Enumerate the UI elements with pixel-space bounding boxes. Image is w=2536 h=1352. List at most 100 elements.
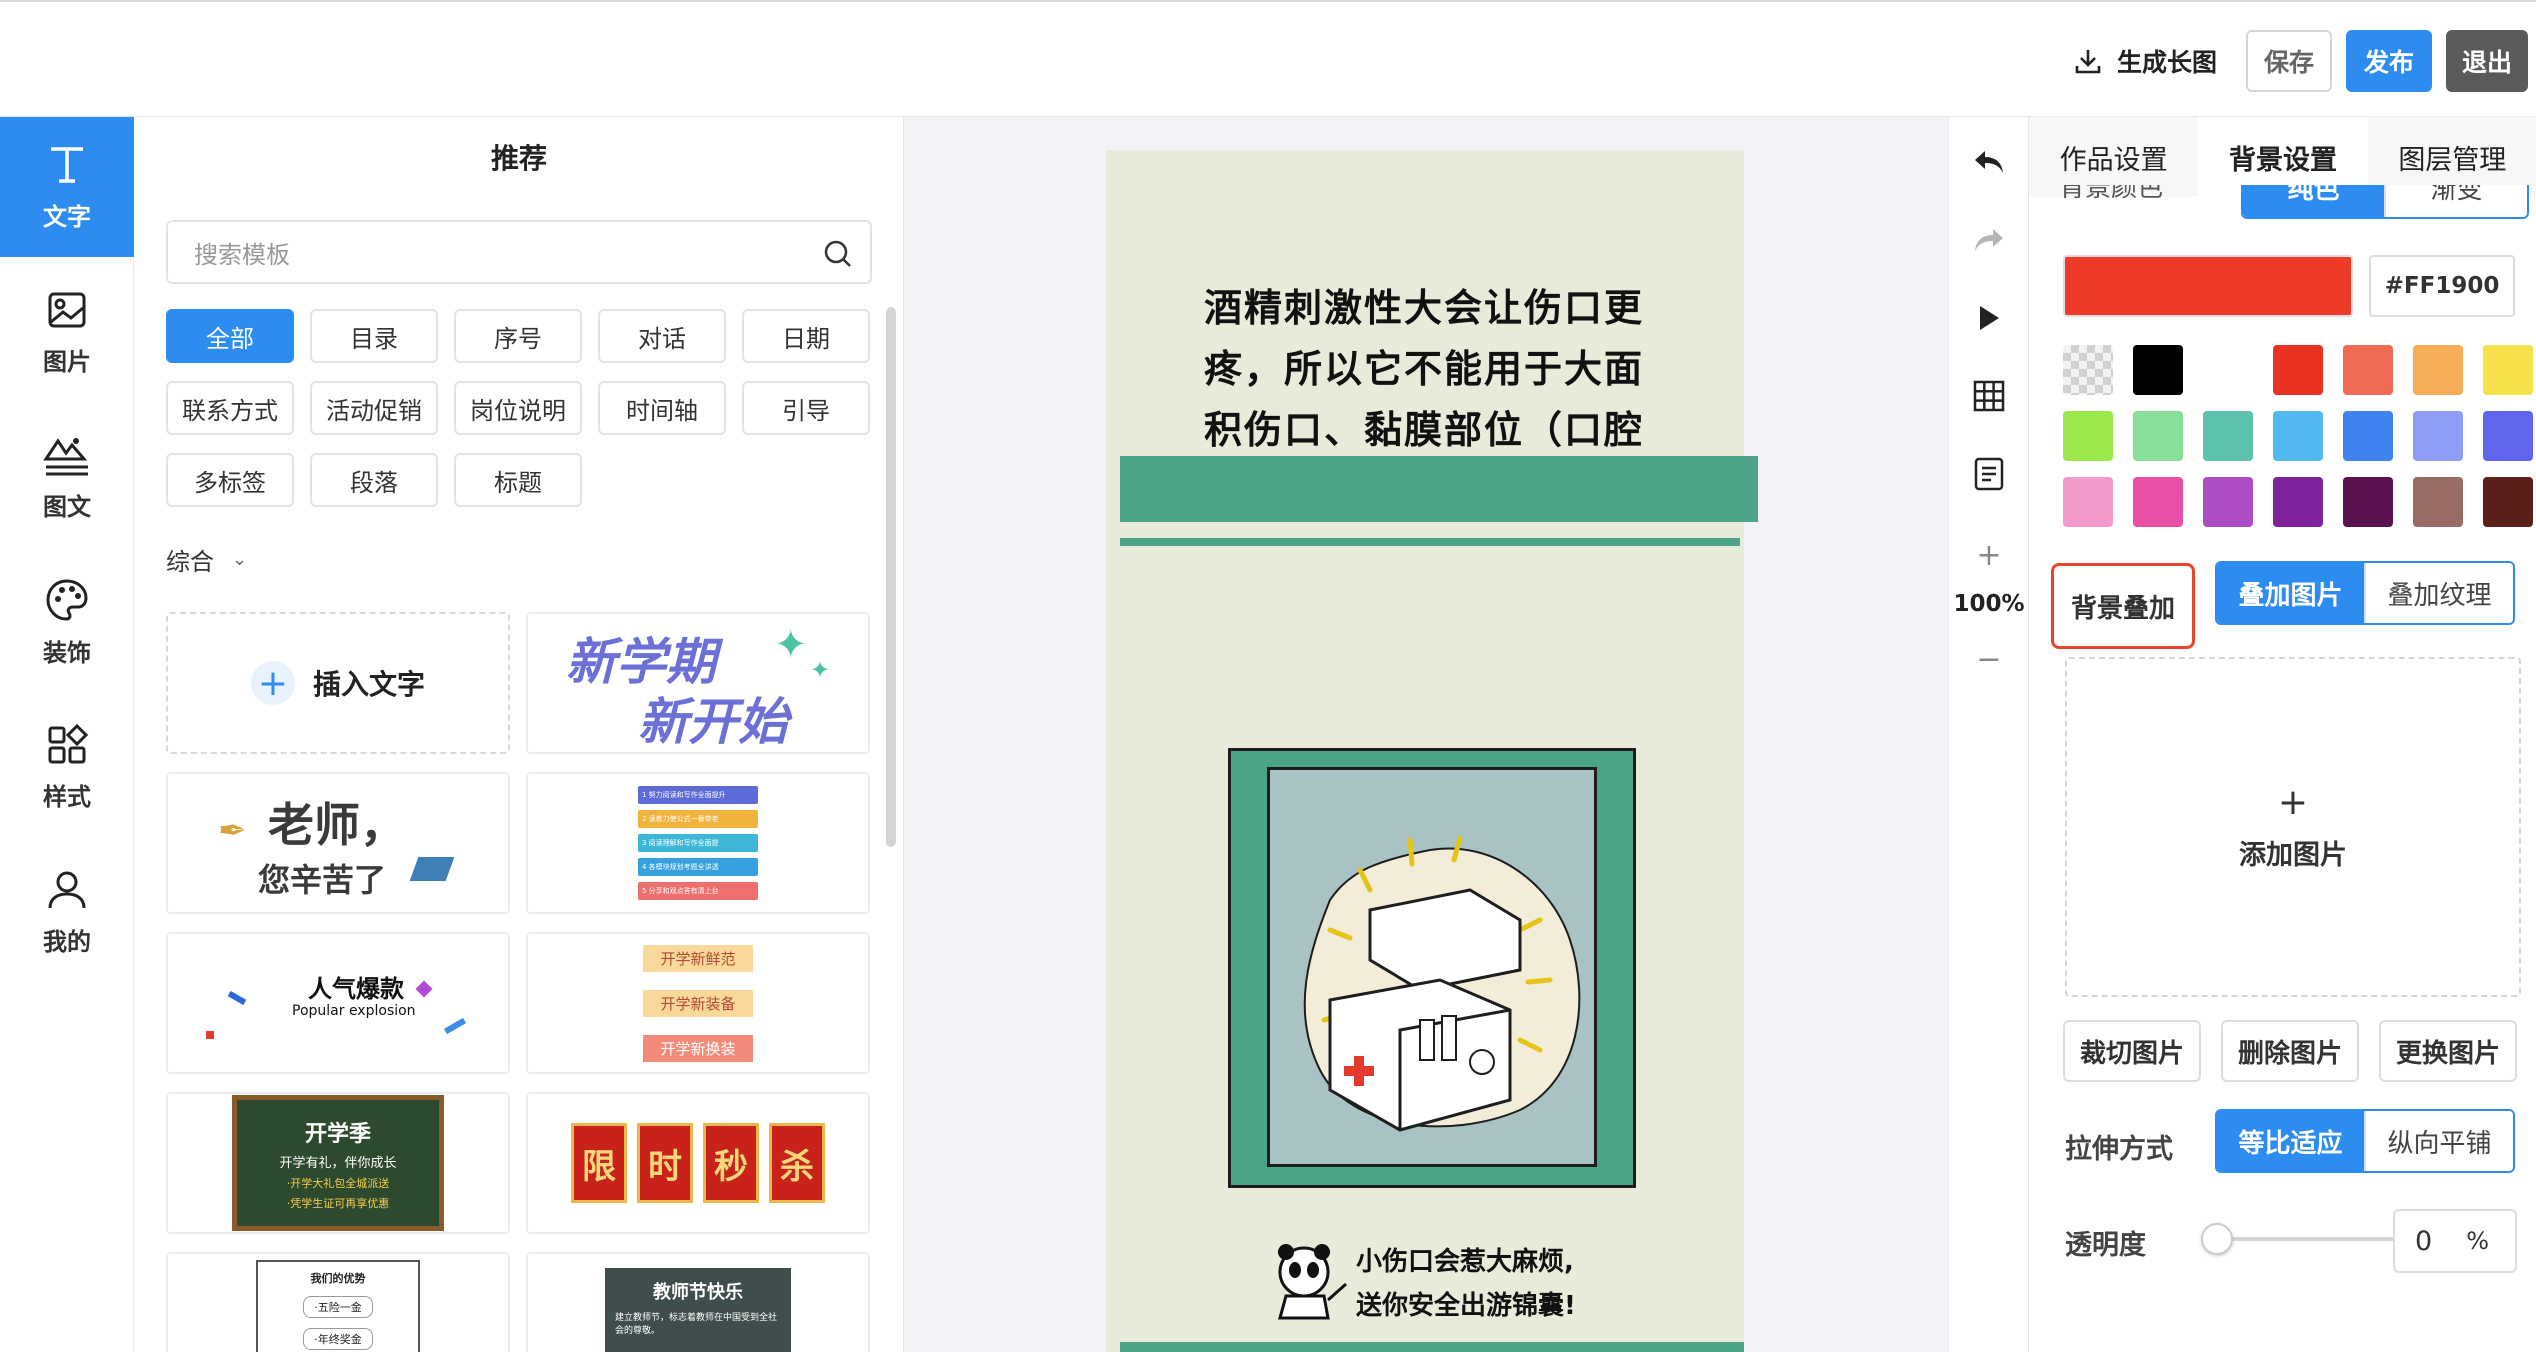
sort-dropdown[interactable]: 综合 ⌄	[166, 542, 247, 577]
opacity-slider-track[interactable]	[2215, 1237, 2395, 1241]
green-line	[1120, 538, 1740, 546]
category-promotion[interactable]: 活动促销	[310, 381, 438, 435]
color-swatch[interactable]	[2273, 345, 2323, 395]
nav-item-text[interactable]: 文字	[0, 117, 146, 257]
template-scrollbar[interactable]	[886, 307, 896, 847]
insert-text-card[interactable]: + 插入文字	[166, 612, 510, 754]
save-button[interactable]: 保存	[2246, 30, 2332, 92]
green-band	[1120, 456, 1758, 522]
stretch-toggle[interactable]: 等比适应 纵向平铺	[2215, 1109, 2515, 1173]
fill-gradient-option[interactable]: 渐变	[2384, 185, 2527, 217]
poster-canvas[interactable]: 酒精刺激性大会让伤口更疼，所以它不能用于大面积伤口、黏膜部位（口腔 小伤口会惹大…	[1106, 150, 1758, 1352]
exit-button[interactable]: 退出	[2446, 30, 2528, 92]
search-icon[interactable]	[822, 238, 854, 270]
nav-label: 文字	[43, 202, 91, 231]
category-date[interactable]: 日期	[742, 309, 870, 363]
overlay-texture-option[interactable]: 叠加纹理	[2364, 563, 2513, 623]
category-multi-tag[interactable]: 多标签	[166, 453, 294, 507]
category-title[interactable]: 标题	[454, 453, 582, 507]
nav-item-image[interactable]: 图片	[0, 262, 134, 402]
generate-long-image-button[interactable]: 生成长图	[2060, 30, 2230, 92]
nav-item-style[interactable]: 样式	[0, 697, 134, 837]
delete-image-button[interactable]: 删除图片	[2221, 1020, 2359, 1082]
category-contact[interactable]: 联系方式	[166, 381, 294, 435]
category-paragraph[interactable]: 段落	[310, 453, 438, 507]
category-timeline[interactable]: 时间轴	[598, 381, 726, 435]
zoom-out-button[interactable]: −	[1949, 639, 2029, 679]
color-swatch[interactable]	[2063, 411, 2113, 461]
category-dialog[interactable]: 对话	[598, 309, 726, 363]
image-text-icon	[43, 437, 88, 475]
color-swatch[interactable]	[2483, 345, 2533, 395]
fill-solid-option[interactable]: 纯色	[2243, 185, 2384, 217]
undo-button[interactable]	[1949, 137, 2029, 187]
zoom-in-button[interactable]: +	[1949, 535, 2029, 575]
illustration-frame[interactable]	[1228, 748, 1636, 1188]
color-swatch[interactable]	[2483, 411, 2533, 461]
category-job[interactable]: 岗位说明	[454, 381, 582, 435]
publish-button[interactable]: 发布	[2346, 30, 2432, 92]
nav-item-image-text[interactable]: 图文	[0, 407, 134, 547]
category-toc[interactable]: 目录	[310, 309, 438, 363]
stretch-fit-option[interactable]: 等比适应	[2217, 1111, 2364, 1171]
template-card-popular[interactable]: 人气爆款 Popular explosion	[166, 932, 510, 1074]
color-swatch[interactable]	[2273, 411, 2323, 461]
fill-type-toggle[interactable]: 纯色 渐变	[2241, 185, 2529, 219]
search-input[interactable]: 搜索模板	[166, 220, 872, 284]
color-swatch[interactable]	[2063, 345, 2113, 395]
redo-button[interactable]	[1949, 215, 2029, 265]
color-swatch[interactable]	[2273, 477, 2323, 527]
add-image-area[interactable]: + 添加图片	[2065, 657, 2521, 997]
crop-image-button[interactable]: 裁切图片	[2063, 1020, 2201, 1082]
color-swatch[interactable]	[2063, 477, 2113, 527]
color-swatch[interactable]	[2203, 477, 2253, 527]
template-card-flash-sale[interactable]: 限 时 秒 杀	[526, 1092, 870, 1234]
color-swatch[interactable]	[2413, 345, 2463, 395]
color-swatch[interactable]	[2343, 477, 2393, 527]
opacity-input[interactable]: 0 %	[2393, 1209, 2517, 1273]
image-icon	[48, 292, 86, 327]
overlay-image-option[interactable]: 叠加图片	[2217, 563, 2364, 623]
category-number[interactable]: 序号	[454, 309, 582, 363]
replace-image-button[interactable]: 更换图片	[2379, 1020, 2517, 1082]
category-guide[interactable]: 引导	[742, 381, 870, 435]
color-swatch[interactable]	[2133, 477, 2183, 527]
color-swatch[interactable]	[2413, 477, 2463, 527]
template-card-new-semester[interactable]: 新学期 新开始 ✦ ✦	[526, 612, 870, 754]
poster-headline[interactable]: 酒精刺激性大会让伤口更疼，所以它不能用于大面积伤口、黏膜部位（口腔	[1204, 278, 1674, 461]
category-all[interactable]: 全部	[166, 309, 294, 363]
color-swatch[interactable]	[2133, 345, 2183, 395]
preview-button[interactable]	[1949, 293, 2029, 343]
nav-item-mine[interactable]: 我的	[0, 842, 134, 982]
template-card-list[interactable]: 1 努力阅读和写作全面提升 2 读着力使公式一番带老 3 阅读理解和写作全面提 …	[526, 772, 870, 914]
opacity-slider-handle[interactable]	[2201, 1223, 2233, 1255]
page-button[interactable]	[1949, 449, 2029, 499]
current-color-swatch[interactable]	[2063, 255, 2353, 317]
template-text: 4 各模块规划考题全讲透	[638, 858, 758, 876]
color-swatch[interactable]	[2203, 345, 2253, 395]
template-card-blackboard[interactable]: 开学季 开学有礼，伴你成长 ·开学大礼包全城派送 ·凭学生证可再享优惠	[166, 1092, 510, 1234]
nav-label: 我的	[43, 927, 91, 956]
color-swatch[interactable]	[2483, 477, 2533, 527]
color-swatch[interactable]	[2203, 411, 2253, 461]
template-card-ribbons[interactable]: 开学新鲜范 开学新装备 开学新换装	[526, 932, 870, 1074]
color-swatch[interactable]	[2413, 411, 2463, 461]
nav-item-decoration[interactable]: 装饰	[0, 552, 134, 692]
color-swatch[interactable]	[2133, 411, 2183, 461]
grid-button[interactable]	[1949, 371, 2029, 421]
overlay-type-toggle[interactable]: 叠加图片 叠加纹理	[2215, 561, 2515, 625]
template-text: 开学季	[304, 1121, 371, 1147]
confetti-icon	[415, 980, 433, 998]
color-swatch[interactable]	[2343, 345, 2393, 395]
hex-color-input[interactable]: #FF1900	[2369, 255, 2515, 317]
color-swatch[interactable]	[2343, 411, 2393, 461]
stretch-tile-option[interactable]: 纵向平铺	[2364, 1111, 2513, 1171]
sort-label: 综合	[166, 548, 214, 576]
green-band-bottom	[1120, 1342, 1744, 1352]
template-text: Popular explosion	[292, 1003, 416, 1019]
template-card-teacher[interactable]: 老师， 您辛苦了 ✒	[166, 772, 510, 914]
template-text: 建立教师节，标志着教师在中国受到全社会的尊敬。	[615, 1313, 778, 1336]
template-card-teachers-day[interactable]: 教师节快乐 建立教师节，标志着教师在中国受到全社会的尊敬。	[526, 1252, 870, 1352]
poster-caption[interactable]: 小伤口会惹大麻烦, 送你安全出游锦囊!	[1356, 1240, 1576, 1328]
template-card-advantages[interactable]: 我们的优势 ·五险一金 ·年终奖金	[166, 1252, 510, 1352]
